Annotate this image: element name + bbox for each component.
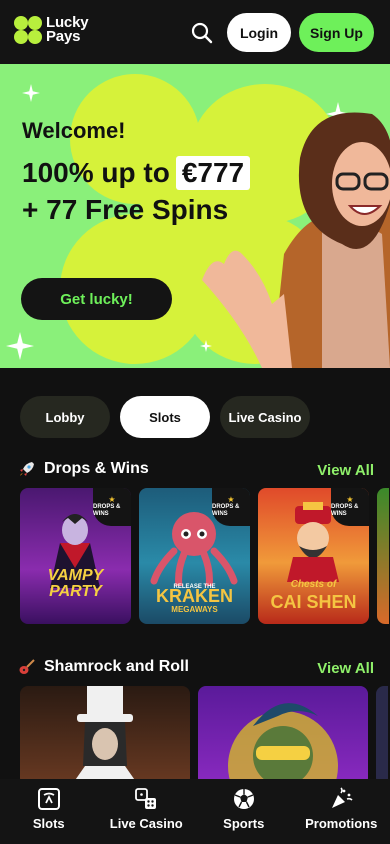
star-icon: ★ xyxy=(108,495,116,504)
guitar-icon xyxy=(19,659,35,674)
sparkle-icon xyxy=(22,84,40,102)
nav-promotions[interactable]: Promotions xyxy=(293,779,390,844)
search-icon xyxy=(191,22,213,44)
search-button[interactable] xyxy=(188,19,216,47)
badge-text: DROPS & WINS xyxy=(331,504,359,517)
section-shamrock-title: Shamrock and Roll xyxy=(18,658,189,676)
game-card-monkey[interactable] xyxy=(198,686,368,786)
game-card-release-the-kraken[interactable]: RELEASE THE KRAKEN MEGAWAYS ★ DROPS & WI… xyxy=(139,488,250,624)
party-popper-icon xyxy=(332,787,353,808)
hero-offer-prefix: 100% up to xyxy=(22,157,170,188)
game-title: VAMPY PARTY xyxy=(47,567,104,600)
section-title-text: Shamrock and Roll xyxy=(44,658,189,675)
game-title-prefix: Chests of xyxy=(290,579,337,590)
nav-label: Sports xyxy=(223,816,265,831)
sparkle-icon xyxy=(6,332,34,360)
star-icon: ★ xyxy=(346,495,354,504)
welcome-banner[interactable]: Welcome! 100% up to €777 + 77 Free Spins… xyxy=(0,64,390,368)
game-card-chests-of-cai-shen[interactable]: Chests of CAI SHEN ★ DROPS & WINS xyxy=(258,488,369,624)
logo-line2: Pays xyxy=(46,28,81,45)
game-card-partial[interactable] xyxy=(376,686,388,786)
hero-offer-line1: 100% up to €777 xyxy=(22,156,251,190)
game-card-vampy-party[interactable]: VAMPY PARTY ★ DROPS & WINS xyxy=(20,488,131,624)
view-all-drops-wins[interactable]: View All xyxy=(317,462,374,479)
lucky-pays-logo[interactable]: Lucky Pays xyxy=(14,15,89,45)
slot-machine-icon xyxy=(37,788,60,810)
rocker-character-image xyxy=(71,686,139,786)
monkey-character-image xyxy=(228,703,338,786)
section-title-text: Drops & Wins xyxy=(44,460,149,477)
drops-wins-games-row: VAMPY PARTY ★ DROPS & WINS RELEASE THE K… xyxy=(20,488,389,624)
logo-text: Lucky Pays xyxy=(46,15,89,45)
smiling-woman-image xyxy=(202,112,390,368)
drops-wins-badge: ★ DROPS & WINS xyxy=(93,488,131,526)
star-icon: ★ xyxy=(227,495,235,504)
clover-logo-icon xyxy=(14,16,42,44)
dice-icon xyxy=(135,788,157,809)
top-header: Lucky Pays Login Sign Up xyxy=(0,0,390,64)
drops-wins-badge: ★ DROPS & WINS xyxy=(331,488,369,526)
nav-live-casino[interactable]: Live Casino xyxy=(98,779,196,844)
game-subtitle: MEGAWAYS xyxy=(171,605,218,614)
nav-label: Live Casino xyxy=(109,816,183,831)
nav-label: Slots xyxy=(32,816,65,831)
game-card-rock-star[interactable] xyxy=(20,686,190,786)
view-all-shamrock[interactable]: View All xyxy=(317,660,374,677)
soccer-ball-icon xyxy=(233,789,254,809)
hero-offer-amount: €777 xyxy=(175,156,251,190)
login-button[interactable]: Login xyxy=(227,13,291,52)
hero-offer-line2: + 77 Free Spins xyxy=(22,194,229,225)
rocket-icon xyxy=(20,462,34,476)
tab-slots[interactable]: Slots xyxy=(120,396,210,438)
category-tabs: Lobby Slots Live Casino xyxy=(20,396,310,438)
nav-slots[interactable]: Slots xyxy=(0,779,98,844)
nav-sports[interactable]: Sports xyxy=(195,779,293,844)
section-drops-wins-title: Drops & Wins xyxy=(18,460,149,478)
game-card-partial[interactable] xyxy=(377,488,389,624)
shamrock-games-row xyxy=(20,686,388,786)
signup-button[interactable]: Sign Up xyxy=(299,13,374,52)
badge-text: DROPS & WINS xyxy=(93,504,121,517)
tab-live-casino[interactable]: Live Casino xyxy=(220,396,310,438)
tab-lobby[interactable]: Lobby xyxy=(20,396,110,438)
nav-label: Promotions xyxy=(305,816,378,831)
game-title: CAI SHEN xyxy=(270,592,357,612)
hero-welcome-text: Welcome! xyxy=(22,118,126,143)
bottom-navigation: Slots Live Casino Sports Promotions xyxy=(0,779,390,844)
drops-wins-badge: ★ DROPS & WINS xyxy=(212,488,250,526)
get-lucky-button[interactable]: Get lucky! xyxy=(21,278,172,320)
game-title: KRAKEN xyxy=(155,586,233,606)
badge-text: DROPS & WINS xyxy=(212,504,240,517)
